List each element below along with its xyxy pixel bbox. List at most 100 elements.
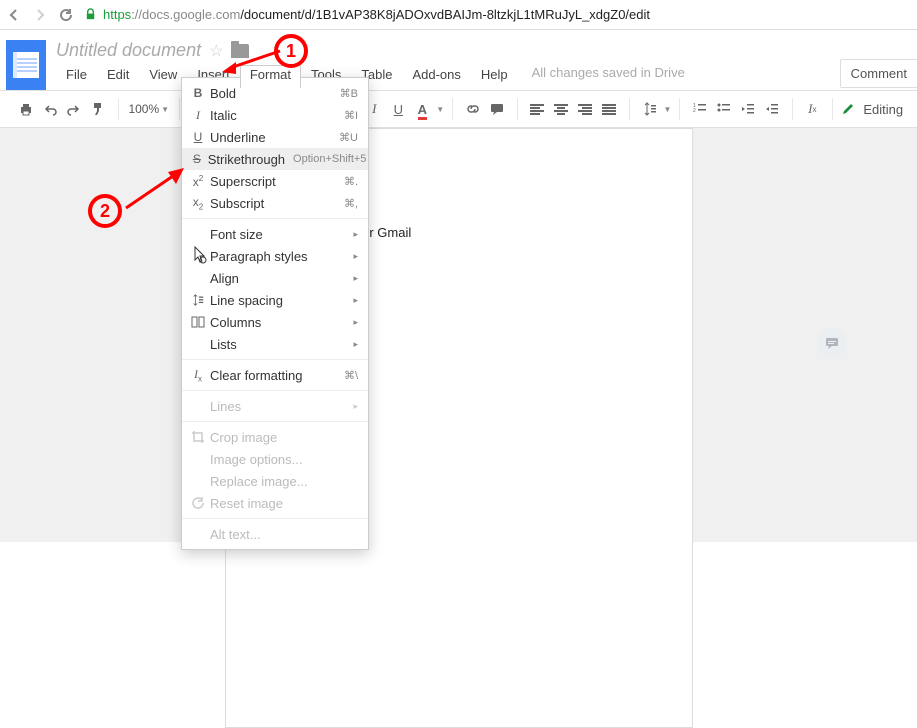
format-menu-label: Clear formatting [208, 368, 308, 383]
format-menu-font-size[interactable]: Font size▸ [182, 223, 368, 245]
submenu-arrow-icon: ▸ [308, 317, 358, 328]
print-icon[interactable] [14, 96, 38, 122]
format-menu-label: Lists [208, 337, 308, 352]
comment-icon[interactable] [485, 96, 509, 122]
docs-logo-icon[interactable] [6, 40, 46, 90]
format-menu-icon [188, 430, 208, 445]
format-menu-icon: S [188, 152, 206, 166]
annotation-arrow-1-icon [222, 36, 282, 76]
paint-format-icon[interactable] [86, 96, 110, 122]
browser-bar: https://docs.google.com/document/d/1B1vA… [0, 0, 917, 30]
toolbar: 100%▼ 11▼ B I U A▼ ▼ 12 Ix Edit [0, 90, 917, 128]
shortcut-text: ⌘B [308, 87, 358, 100]
format-menu-label: Crop image [208, 430, 308, 445]
format-menu-strikethrough[interactable]: SStrikethroughOption+Shift+5 [182, 148, 368, 170]
url-bar[interactable]: https://docs.google.com/document/d/1B1vA… [84, 7, 911, 22]
clear-formatting-icon[interactable]: Ix [800, 96, 824, 122]
redo-icon[interactable] [62, 96, 86, 122]
submenu-arrow-icon: ▸ [308, 251, 358, 262]
align-justify-icon[interactable] [597, 96, 621, 122]
format-menu-paragraph-styles[interactable]: Paragraph styles▸ [182, 245, 368, 267]
format-menu-label: Subscript [208, 196, 308, 211]
link-icon[interactable] [461, 96, 485, 122]
editing-mode-label[interactable]: Editing [863, 102, 903, 117]
format-menu-label: Reset image [208, 496, 308, 511]
format-menu-crop-image: Crop image [182, 426, 368, 448]
menu-edit[interactable]: Edit [97, 65, 139, 88]
format-menu-label: Paragraph styles [208, 249, 308, 264]
align-center-icon[interactable] [549, 96, 573, 122]
bulleted-list-icon[interactable] [712, 96, 736, 122]
align-right-icon[interactable] [573, 96, 597, 122]
shortcut-text: ⌘. [308, 175, 358, 188]
format-menu-icon [188, 496, 208, 511]
format-menu-columns[interactable]: Columns▸ [182, 311, 368, 333]
annotation-1: 1 [274, 34, 308, 68]
shortcut-text: ⌘, [308, 197, 358, 210]
submenu-arrow-icon: ▸ [308, 339, 358, 350]
format-menu-icon: I [188, 108, 208, 123]
doc-title[interactable]: Untitled document [56, 40, 201, 61]
editing-mode-icon[interactable] [841, 102, 855, 116]
format-menu-label: Superscript [208, 174, 308, 189]
format-menu-icon: U [188, 130, 208, 144]
undo-icon[interactable] [38, 96, 62, 122]
save-status: All changes saved in Drive [532, 65, 685, 88]
shortcut-text: ⌘\ [308, 369, 358, 382]
text-color-icon[interactable]: A [410, 96, 434, 122]
format-menu-label: Underline [208, 130, 308, 145]
mouse-cursor-icon [192, 245, 208, 265]
submenu-arrow-icon: ▸ [308, 401, 358, 412]
menu-bar: File Edit View Insert Format Tools Table… [56, 65, 830, 88]
shortcut-text: ⌘I [308, 109, 358, 122]
menu-addons[interactable]: Add-ons [402, 65, 470, 88]
line-spacing-icon[interactable] [638, 96, 662, 122]
nav-back-icon[interactable] [6, 7, 22, 23]
comment-button[interactable]: Comment [840, 59, 917, 88]
format-menu-italic[interactable]: IItalic⌘I [182, 104, 368, 126]
line-spacing-caret-icon[interactable]: ▼ [664, 105, 672, 114]
menu-file[interactable]: File [56, 65, 97, 88]
increase-indent-icon[interactable] [760, 96, 784, 122]
format-menu-subscript[interactable]: x2Subscript⌘, [182, 192, 368, 214]
format-menu-lists[interactable]: Lists▸ [182, 333, 368, 355]
format-menu-label: Alt text... [208, 527, 308, 542]
text-color-caret-icon[interactable]: ▼ [436, 105, 444, 114]
format-menu-superscript[interactable]: x2Superscript⌘. [182, 170, 368, 192]
submenu-arrow-icon: ▸ [308, 295, 358, 306]
menu-help[interactable]: Help [471, 65, 518, 88]
format-menu-label: Columns [208, 315, 308, 330]
format-menu-replace-image-: Replace image... [182, 470, 368, 492]
format-menu-label: Lines [208, 399, 308, 414]
format-menu-label: Line spacing [208, 293, 308, 308]
format-menu-clear-formatting[interactable]: IxClear formatting⌘\ [182, 364, 368, 386]
format-menu-icon: Ix [188, 367, 208, 383]
format-menu-underline[interactable]: UUnderline⌘U [182, 126, 368, 148]
format-menu-icon: B [188, 86, 208, 100]
docs-header: Untitled document ☆ File Edit View Inser… [0, 30, 917, 90]
format-menu-dropdown: BBold⌘BIItalic⌘IUUnderline⌘USStrikethrou… [181, 77, 369, 550]
format-menu-label: Font size [208, 227, 308, 242]
format-menu-align[interactable]: Align▸ [182, 267, 368, 289]
shortcut-text: ⌘U [308, 131, 358, 144]
nav-forward-icon[interactable] [32, 7, 48, 23]
decrease-indent-icon[interactable] [736, 96, 760, 122]
nav-reload-icon[interactable] [58, 7, 74, 23]
zoom-dropdown[interactable]: 100%▼ [126, 96, 171, 122]
add-comment-icon[interactable] [817, 328, 847, 358]
annotation-arrow-2-icon [122, 168, 192, 210]
format-menu-reset-image: Reset image [182, 492, 368, 514]
numbered-list-icon[interactable]: 12 [688, 96, 712, 122]
annotation-2: 2 [88, 194, 122, 228]
format-menu-label: Replace image... [208, 474, 308, 489]
format-menu-label: Image options... [208, 452, 308, 467]
underline-icon[interactable]: U [386, 96, 410, 122]
svg-text:2: 2 [693, 108, 696, 114]
format-menu-image-options-: Image options... [182, 448, 368, 470]
format-menu-line-spacing[interactable]: Line spacing▸ [182, 289, 368, 311]
align-left-icon[interactable] [525, 96, 549, 122]
format-menu-lines: Lines▸ [182, 395, 368, 417]
shortcut-text: Option+Shift+5 [285, 153, 358, 165]
submenu-arrow-icon: ▸ [308, 229, 358, 240]
format-menu-label: Align [208, 271, 308, 286]
